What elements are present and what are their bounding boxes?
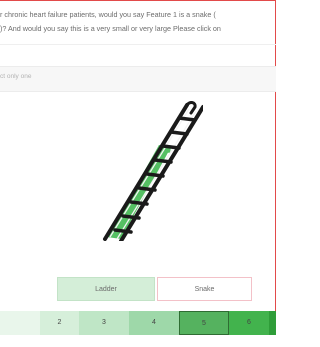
scale-cell-1[interactable] — [0, 311, 40, 335]
ladder-image — [83, 101, 205, 243]
scale-cell-5[interactable]: 5 — [179, 311, 229, 335]
snake-option-button[interactable]: Snake — [157, 277, 252, 301]
question-line-2: )? And would you say this is a very smal… — [0, 24, 221, 33]
instruction-bar: ct only one — [0, 66, 276, 92]
scale-cell-3[interactable]: 3 — [79, 311, 129, 335]
scale-cell-2[interactable]: 2 — [40, 311, 79, 335]
scale-cell-6[interactable]: 6 — [229, 311, 269, 335]
question-text: r chronic heart failure patients, would … — [0, 8, 270, 36]
ladder-option-button[interactable]: Ladder — [57, 277, 155, 301]
ladder-icon — [103, 101, 205, 243]
divider — [0, 44, 276, 45]
instruction-text: ct only one — [0, 73, 32, 80]
size-scale: 2 3 4 5 6 — [0, 311, 276, 335]
question-line-1: r chronic heart failure patients, would … — [0, 10, 216, 19]
scale-cell-4[interactable]: 4 — [129, 311, 179, 335]
scale-cell-7[interactable] — [269, 311, 276, 335]
